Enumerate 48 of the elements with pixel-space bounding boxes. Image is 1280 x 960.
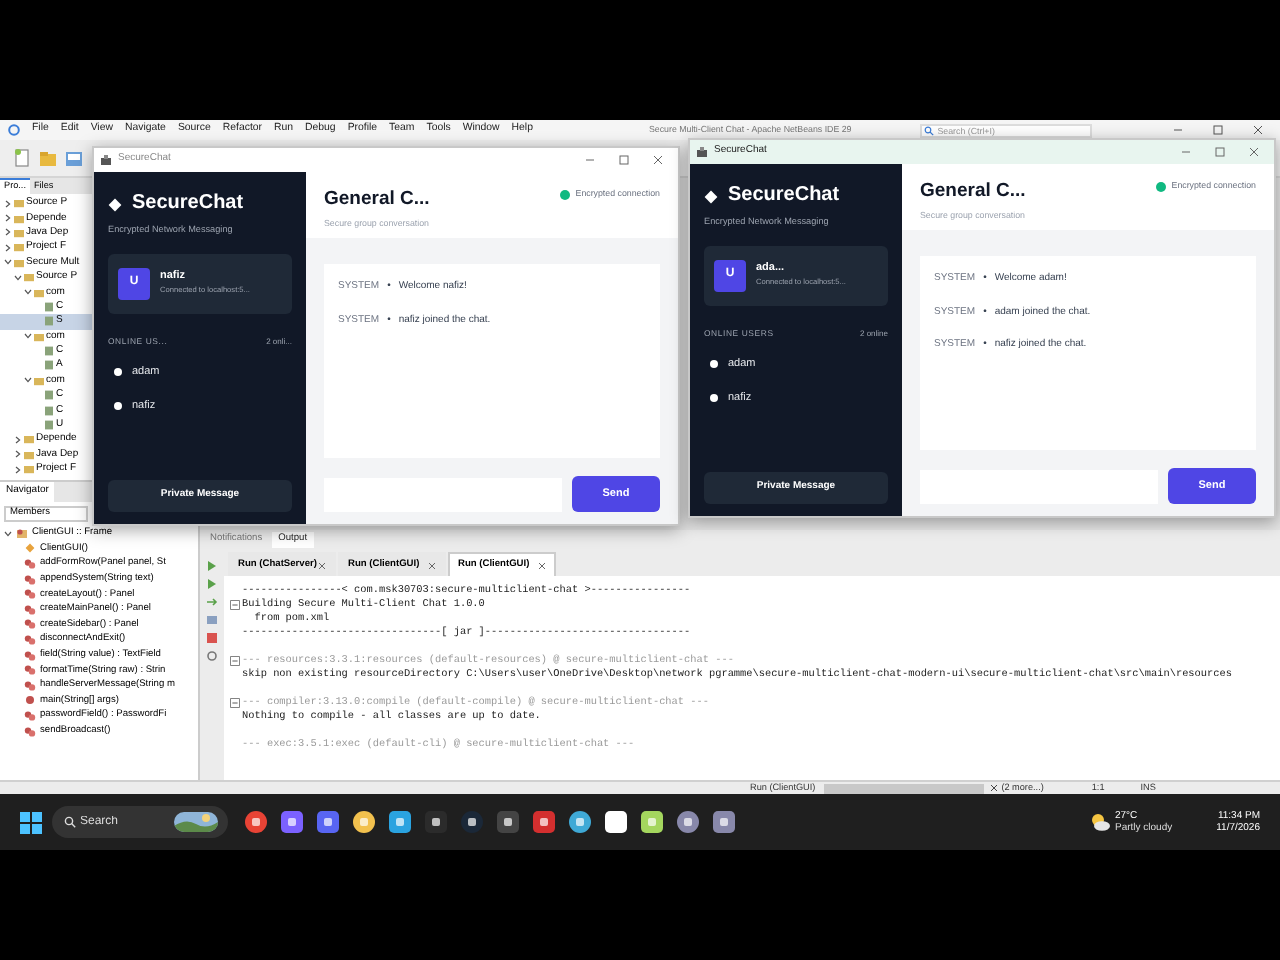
collapse-icon[interactable] bbox=[230, 600, 240, 610]
start-icon[interactable] bbox=[20, 811, 42, 833]
close-icon[interactable] bbox=[538, 561, 546, 569]
app-icon[interactable] bbox=[712, 810, 736, 834]
project-icon[interactable] bbox=[64, 148, 84, 168]
search-icon bbox=[923, 125, 934, 135]
app-icon[interactable] bbox=[388, 810, 412, 834]
brand-title: SecureChat bbox=[132, 194, 244, 214]
app-icon[interactable] bbox=[244, 810, 268, 834]
folder-icon bbox=[34, 375, 44, 386]
stop-icon[interactable] bbox=[206, 632, 218, 644]
close-icon[interactable] bbox=[652, 154, 664, 166]
app-icon[interactable] bbox=[352, 810, 376, 834]
search-icon bbox=[64, 816, 76, 828]
collapse-icon[interactable] bbox=[230, 698, 240, 708]
chevron-down-icon[interactable] bbox=[24, 376, 32, 385]
app-icon bbox=[696, 146, 708, 158]
app-icon[interactable] bbox=[280, 810, 304, 834]
channel-title: General C... bbox=[324, 190, 430, 209]
app-logo-icon bbox=[8, 124, 20, 136]
close-icon[interactable] bbox=[989, 784, 998, 792]
app-icon[interactable] bbox=[604, 810, 628, 834]
close-icon[interactable] bbox=[1248, 146, 1260, 158]
collapse-icon[interactable] bbox=[230, 656, 240, 666]
weather-icon bbox=[1089, 812, 1109, 832]
close-icon[interactable] bbox=[1252, 124, 1264, 136]
app-icon[interactable] bbox=[496, 810, 520, 834]
brand-title: SecureChat bbox=[728, 186, 840, 206]
app-icon[interactable] bbox=[532, 810, 556, 834]
class-icon bbox=[16, 527, 28, 540]
app-icon[interactable] bbox=[460, 810, 484, 834]
diamond-icon bbox=[704, 189, 718, 203]
channel-title: General C... bbox=[920, 182, 1026, 201]
app-icon[interactable] bbox=[316, 810, 340, 834]
chevron-down-icon[interactable] bbox=[24, 332, 32, 341]
app-icon[interactable] bbox=[640, 810, 664, 834]
app-icon bbox=[100, 154, 112, 166]
maximize-icon[interactable] bbox=[618, 154, 630, 166]
chevron-down-icon[interactable] bbox=[4, 529, 12, 538]
app-icon[interactable] bbox=[568, 810, 592, 834]
folder-icon bbox=[34, 331, 44, 342]
diamond-icon bbox=[24, 542, 36, 555]
close-icon[interactable] bbox=[318, 561, 326, 569]
app-icon[interactable] bbox=[424, 810, 448, 834]
close-icon[interactable] bbox=[428, 561, 436, 569]
arrow-icon[interactable] bbox=[206, 596, 218, 608]
app-icon[interactable] bbox=[676, 810, 700, 834]
settings-icon[interactable] bbox=[206, 650, 218, 662]
